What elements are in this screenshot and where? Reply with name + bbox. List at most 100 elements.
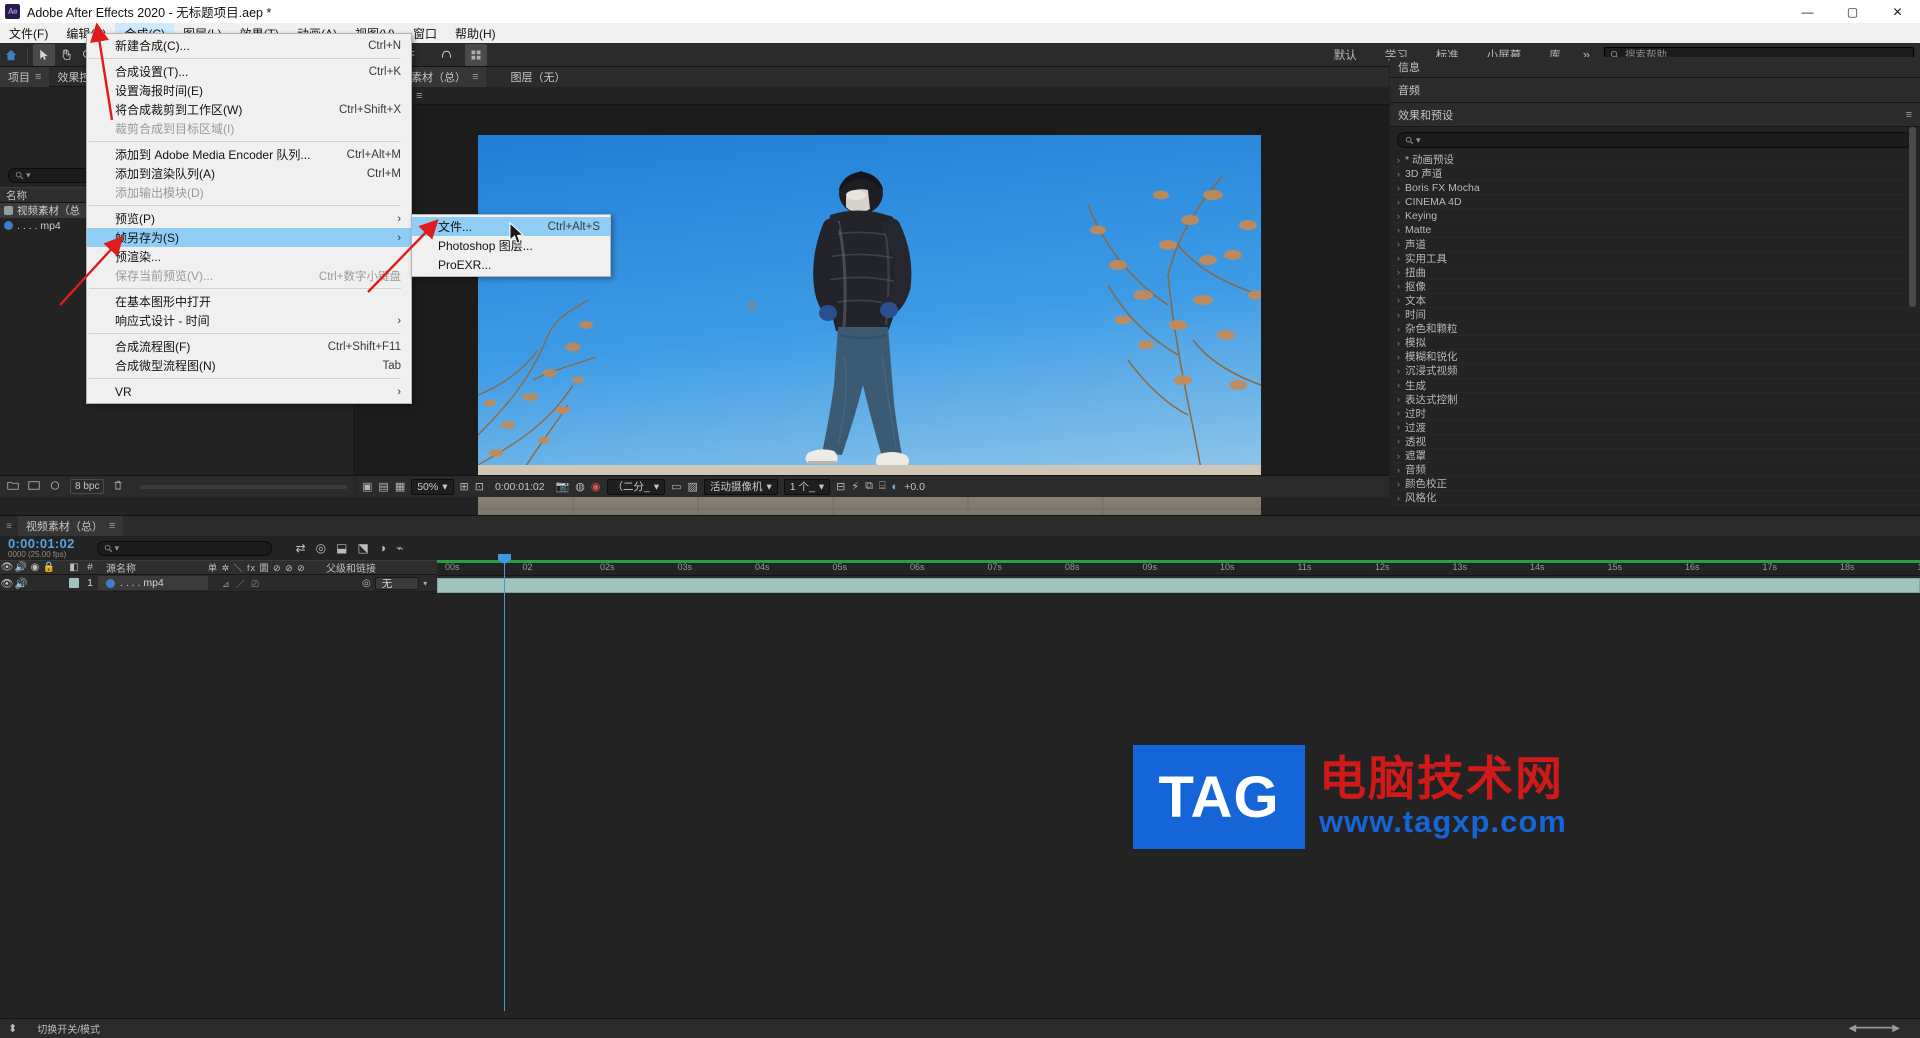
layer-switches[interactable]: ⊿ ／ ⎚	[208, 577, 358, 590]
new-folder-icon[interactable]	[7, 480, 19, 494]
panel-info[interactable]: 信息	[1390, 57, 1920, 78]
timeline-search-input[interactable]: ▾	[97, 541, 272, 556]
effect-category-row[interactable]: ›表达式控制	[1390, 393, 1920, 407]
menu-item-4[interactable]: 将合成裁剪到工作区(W)Ctrl+Shift+X	[87, 100, 411, 119]
effect-category-row[interactable]: ›透视	[1390, 435, 1920, 449]
effect-category-row[interactable]: ›扭曲	[1390, 266, 1920, 280]
effect-category-row[interactable]: ›模拟	[1390, 336, 1920, 350]
composition-subtab-menu-icon[interactable]: ≡	[416, 90, 422, 102]
region-of-interest-icon[interactable]: ▭	[671, 480, 681, 493]
chevron-right-icon[interactable]: ›	[1397, 211, 1400, 221]
menu-item-13[interactable]: 预渲染...	[87, 247, 411, 266]
adjustment-icon[interactable]	[49, 480, 61, 494]
composition-render-icon[interactable]: ▤	[378, 480, 388, 493]
effect-category-row[interactable]: ›3D 声道	[1390, 167, 1920, 181]
new-comp-icon[interactable]	[28, 480, 40, 494]
effect-category-row[interactable]: ›时间	[1390, 308, 1920, 322]
effect-category-row[interactable]: ›生成	[1390, 379, 1920, 393]
menu-item-20[interactable]: 合成微型流程图(N)Tab	[87, 356, 411, 375]
effect-category-row[interactable]: ›杂色和颗粒	[1390, 322, 1920, 336]
menu-file[interactable]: 文件(F)	[0, 23, 57, 43]
chevron-right-icon[interactable]: ›	[1397, 324, 1400, 334]
menu-item-0[interactable]: 新建合成(C)...Ctrl+N	[87, 36, 411, 55]
menu-item-22[interactable]: VR›	[87, 382, 411, 401]
menu-help[interactable]: 帮助(H)	[446, 23, 505, 43]
exposure-value[interactable]: +0.0	[904, 481, 925, 493]
composition-preview-icon[interactable]: ▣	[362, 480, 372, 493]
search-dropdown-icon[interactable]: ▾	[26, 170, 31, 181]
frame-blending-icon[interactable]: ⬔	[358, 541, 369, 555]
views-select[interactable]: 1 个_ ▾	[784, 479, 830, 495]
mask-visibility-icon[interactable]: ⊡	[475, 480, 484, 493]
effect-category-row[interactable]: ›颜色校正	[1390, 477, 1920, 491]
effect-category-row[interactable]: ›沉浸式视频	[1390, 364, 1920, 378]
effect-category-row[interactable]: ›CINEMA 4D	[1390, 195, 1920, 209]
submenu-item-2[interactable]: ProEXR...	[412, 255, 610, 274]
timeline-current-time[interactable]: 0:00:01:02 0000 (25.00 fps)	[8, 537, 75, 559]
tab-layer[interactable]: 图层（无）	[502, 67, 573, 87]
snapshot-icon[interactable]: 📷	[556, 480, 570, 493]
tab-project-menu-icon[interactable]: ≡	[35, 71, 41, 83]
effect-category-row[interactable]: ›风格化	[1390, 491, 1920, 505]
lock-toggle-icon[interactable]: 🔒	[42, 562, 56, 573]
chevron-right-icon[interactable]: ›	[1397, 310, 1400, 320]
layer-label-color[interactable]	[66, 578, 82, 588]
layer-track-bar[interactable]	[437, 578, 1920, 593]
delete-icon[interactable]	[113, 480, 123, 494]
fast-preview-icon[interactable]: ⚡	[851, 480, 859, 493]
minimize-button[interactable]: —	[1785, 0, 1830, 23]
tab-project[interactable]: 项目 ≡	[0, 67, 49, 87]
chevron-right-icon[interactable]: ›	[1397, 253, 1400, 263]
solo-toggle-icon[interactable]: ◉	[28, 562, 42, 573]
pixel-aspect-icon[interactable]: ⊟	[836, 480, 845, 493]
chevron-right-icon[interactable]: ›	[1397, 479, 1400, 489]
menu-item-12[interactable]: 帧另存为(S)›	[87, 228, 411, 247]
timeline-search-dropdown-icon[interactable]: ▾	[115, 543, 120, 554]
menu-item-16[interactable]: 在基本图形中打开	[87, 292, 411, 311]
effect-category-row[interactable]: ›Matte	[1390, 223, 1920, 237]
composition-grid-icon[interactable]: ▦	[395, 480, 405, 493]
chevron-right-icon[interactable]: ›	[1397, 436, 1400, 446]
chevron-right-icon[interactable]: ›	[1397, 352, 1400, 362]
layer-visibility-icon[interactable]: 👁	[0, 577, 14, 590]
chevron-right-icon[interactable]: ›	[1397, 169, 1400, 179]
show-snapshot-icon[interactable]: ◍	[575, 480, 585, 493]
effect-category-row[interactable]: ›Boris FX Mocha	[1390, 181, 1920, 195]
camera-select[interactable]: 活动摄像机 ▾	[704, 479, 778, 495]
selection-tool-icon[interactable]	[33, 44, 55, 66]
panel-audio[interactable]: 音频	[1390, 78, 1920, 103]
menu-item-3[interactable]: 设置海报时间(E)	[87, 81, 411, 100]
draft-3d-icon[interactable]: ◎	[316, 541, 326, 555]
menu-item-17[interactable]: 响应式设计 - 时间›	[87, 311, 411, 330]
menu-item-11[interactable]: 预览(P)›	[87, 209, 411, 228]
effects-scrollbar[interactable]	[1909, 127, 1916, 307]
workspace-default[interactable]: 默认	[1320, 43, 1371, 67]
eye-toggle-icon[interactable]: 👁	[0, 562, 14, 573]
effect-category-row[interactable]: ›音频	[1390, 463, 1920, 477]
effects-search-dropdown-icon[interactable]: ▾	[1416, 135, 1421, 146]
snapping-icon[interactable]	[435, 44, 457, 66]
composition-canvas[interactable]	[356, 105, 1389, 475]
effect-category-row[interactable]: ›抠像	[1390, 280, 1920, 294]
tab-composition-menu-icon[interactable]: ≡	[472, 71, 478, 83]
work-area-start-icon[interactable]	[494, 560, 503, 569]
menu-item-8[interactable]: 添加到渲染队列(A)Ctrl+M	[87, 164, 411, 183]
effect-category-row[interactable]: ›声道	[1390, 238, 1920, 252]
comp-flowchart-icon[interactable]: ⌸	[879, 480, 886, 493]
effect-category-row[interactable]: ›遮罩	[1390, 449, 1920, 463]
submenu-item-0[interactable]: 文件...Ctrl+Alt+S	[412, 217, 610, 236]
chevron-right-icon[interactable]: ›	[1397, 422, 1400, 432]
chevron-right-icon[interactable]: ›	[1397, 225, 1400, 235]
layer-parent-select[interactable]: ◎ 无 ▾	[358, 577, 427, 590]
composition-mini-flowchart-icon[interactable]: ⇄	[296, 541, 306, 555]
effect-category-row[interactable]: ›过渡	[1390, 421, 1920, 435]
chevron-right-icon[interactable]: ›	[1397, 281, 1400, 291]
motion-blur-icon[interactable]: ◑	[379, 541, 386, 555]
graph-editor-icon[interactable]: ⌁	[396, 541, 403, 555]
grid-snap-icon[interactable]	[465, 44, 487, 66]
channel-select-icon[interactable]: ◉	[591, 480, 601, 493]
menu-item-2[interactable]: 合成设置(T)...Ctrl+K	[87, 62, 411, 81]
home-icon[interactable]	[0, 44, 22, 66]
current-time-display[interactable]: 0:00:01:02	[490, 479, 550, 495]
resolution-select[interactable]: （二分_ ▾	[607, 479, 666, 495]
